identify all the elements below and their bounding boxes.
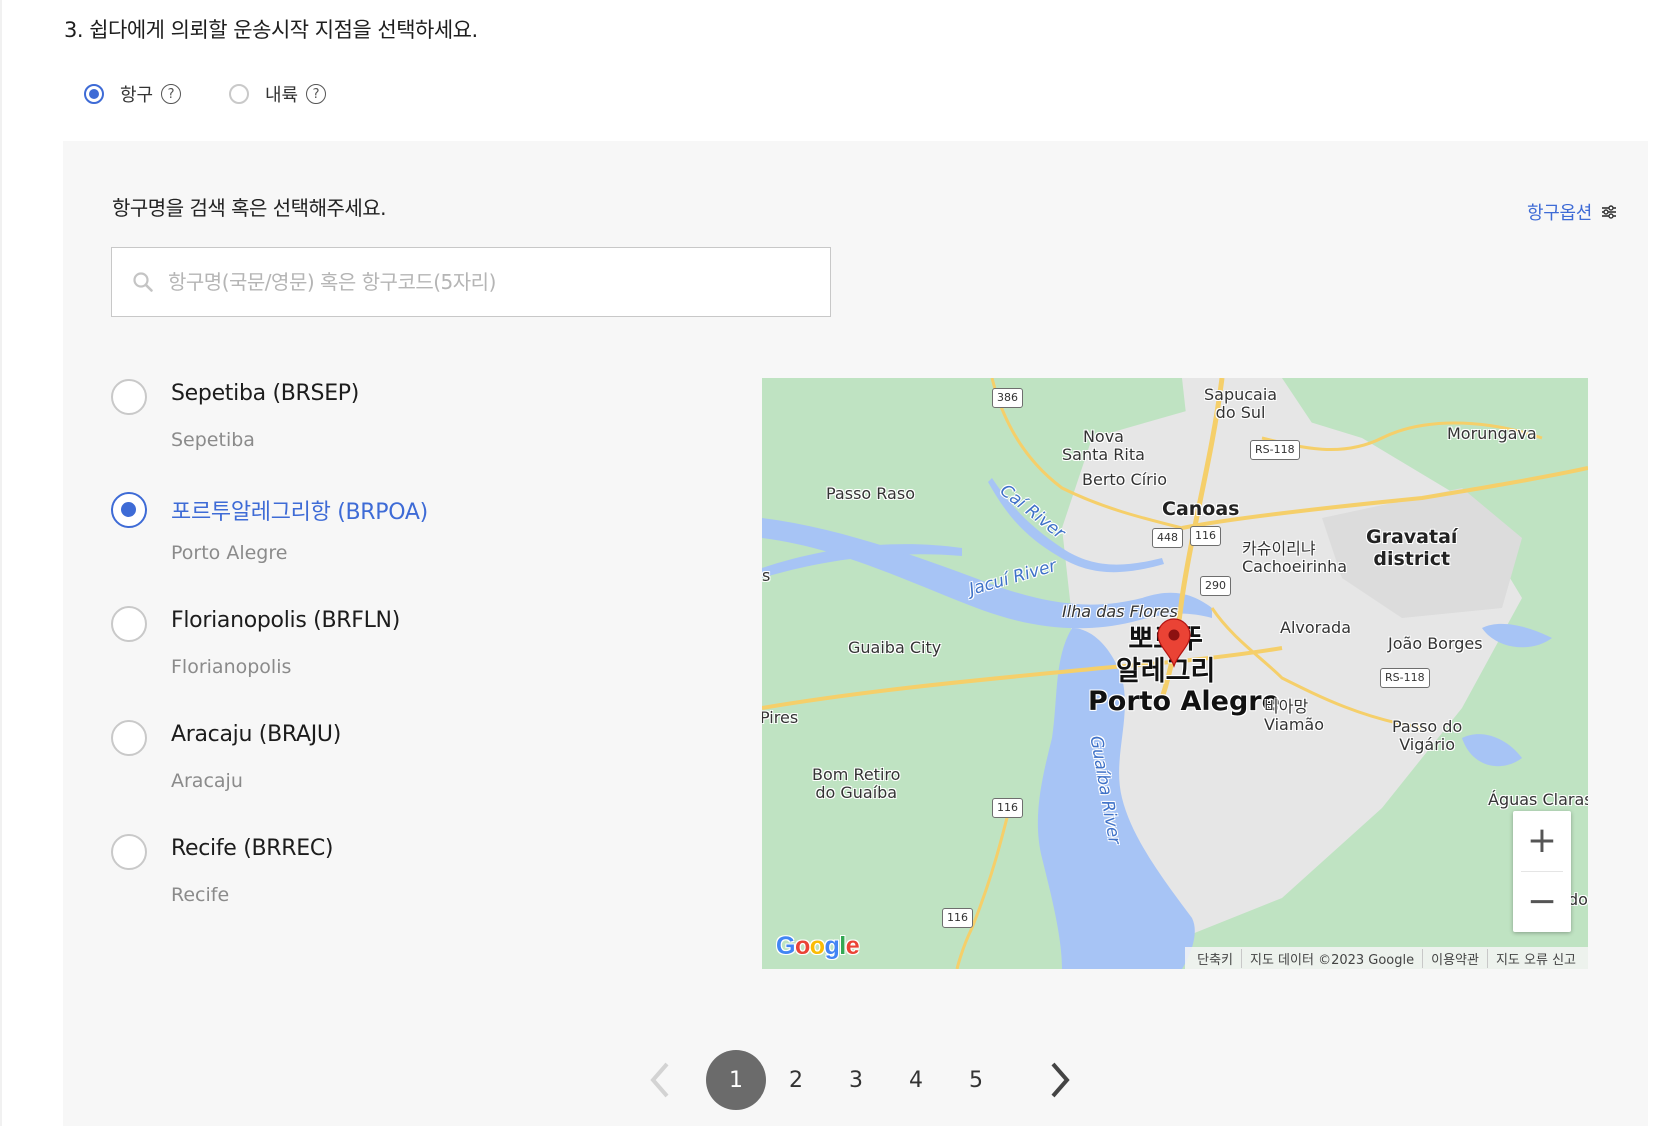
map-label: 카슈이리냐 Cachoeirinha [1242, 539, 1348, 576]
page-left-edge [0, 0, 2, 1126]
port-radio[interactable] [111, 834, 147, 870]
port-radio[interactable] [111, 379, 147, 415]
report-error-link[interactable]: 지도 오류 신고 [1486, 948, 1584, 968]
terms-link[interactable]: 이용약관 [1422, 948, 1487, 968]
zoom-in-button[interactable]: + [1513, 811, 1571, 871]
question-circle-icon[interactable]: ? [161, 84, 182, 104]
question-title: 3. 쉽다에게 의뢰할 운송시작 지점을 선택하세요. [64, 18, 478, 42]
map-label: Passo do Vigário [1392, 717, 1463, 754]
map-label: Sapucaia do Sul [1204, 385, 1278, 422]
port-mode-label: 항구 [120, 85, 154, 106]
map-label: Nova Santa Rita [1062, 427, 1145, 464]
zoom-out-button[interactable]: − [1513, 872, 1571, 932]
map-pin-icon[interactable] [1156, 618, 1192, 668]
port-name: 포르투알레그리항 (BRPOA) [171, 500, 428, 525]
chevron-left-icon [650, 1062, 669, 1098]
port-radio-selected[interactable] [111, 492, 147, 528]
inland-mode-label: 내륙 [265, 85, 299, 106]
port-name: Aracaju (BRAJU) [171, 722, 341, 747]
port-option-aracaju[interactable]: Aracaju (BRAJU) Aracaju [111, 720, 711, 820]
keyboard-shortcuts-link[interactable]: 단축키 [1189, 949, 1241, 968]
port-name: Recife (BRREC) [171, 836, 334, 861]
port-option-porto-alegre[interactable]: 포르투알레그리항 (BRPOA) Porto Alegre [111, 492, 711, 592]
page-4-button[interactable]: 4 [886, 1050, 946, 1110]
map-label: Pires [762, 708, 799, 727]
panel-label: 항구명을 검색 혹은 선택해주세요. [112, 196, 387, 220]
page-3-button[interactable]: 3 [826, 1050, 886, 1110]
page-1-button[interactable]: 1 [706, 1050, 766, 1110]
port-mode-radio[interactable] [84, 84, 104, 104]
next-page-button[interactable] [1030, 1050, 1090, 1110]
port-radio[interactable] [111, 720, 147, 756]
map-label: Alvorada [1280, 618, 1351, 637]
map-label: João Borges [1388, 634, 1483, 653]
mode-option-inland[interactable]: 내륙 ? [229, 80, 327, 108]
map-label: Morungava [1447, 424, 1537, 443]
plus-icon: + [1526, 820, 1558, 861]
map-label: Guaiba City [848, 638, 942, 657]
page-2-button[interactable]: 2 [766, 1050, 826, 1110]
map-label: Passo Raso [826, 484, 915, 503]
map-zoom-control[interactable]: + − [1513, 811, 1571, 932]
google-logo: Google [776, 932, 860, 960]
port-search-input[interactable] [166, 269, 810, 295]
highway-shield: RS-118 [1380, 668, 1430, 688]
prev-page-button[interactable] [630, 1050, 690, 1110]
map-label: Bom Retiro do Guaíba [812, 765, 901, 802]
highway-shield: 116 [1190, 526, 1221, 546]
port-city: Porto Alegre [171, 542, 288, 564]
port-option-sepetiba[interactable]: Sepetiba (BRSEP) Sepetiba [111, 379, 711, 479]
port-option-florianopolis[interactable]: Florianopolis (BRFLN) Florianopolis [111, 606, 711, 706]
port-radio[interactable] [111, 606, 147, 642]
port-option-recife[interactable]: Recife (BRREC) Recife [111, 834, 711, 934]
highway-shield: RS-118 [1250, 440, 1300, 460]
map-attribution: 단축키 지도 데이터 ©2023 Google 이용약관 지도 오류 신고 [1185, 947, 1588, 969]
port-options-link[interactable]: 항구옵션 [1527, 199, 1618, 225]
port-name: Florianopolis (BRFLN) [171, 608, 400, 633]
inland-mode-radio[interactable] [229, 84, 249, 104]
map-label: Águas Claras [1488, 790, 1588, 809]
port-city: Sepetiba [171, 429, 255, 451]
port-name: Sepetiba (BRSEP) [171, 381, 360, 406]
highway-shield: 116 [942, 908, 973, 928]
sliders-icon [1602, 205, 1616, 219]
mode-option-port[interactable]: 항구 ? [84, 80, 182, 108]
map-view[interactable]: Sapucaia do Sul Nova Santa Rita Berto Cí… [762, 378, 1588, 969]
port-options-label: 항구옵션 [1526, 203, 1592, 224]
highway-shield: 448 [1152, 528, 1183, 548]
port-city: Recife [171, 884, 230, 906]
search-icon [133, 272, 153, 292]
port-search-box[interactable] [111, 247, 831, 317]
map-label-porto-alegre: Porto Alegre [1088, 686, 1280, 717]
map-label: Gravataí district [1366, 526, 1458, 570]
question-circle-icon[interactable]: ? [306, 84, 327, 104]
highway-shield: 116 [992, 798, 1023, 818]
chevron-right-icon [1051, 1062, 1070, 1098]
map-label: 비아망 Viamão [1264, 697, 1325, 734]
port-city: Florianopolis [171, 656, 292, 678]
page-5-button[interactable]: 5 [946, 1050, 1006, 1110]
map-data-text: 지도 데이터 ©2023 Google [1241, 948, 1422, 968]
minus-icon: − [1526, 881, 1558, 922]
map-label: Berto Círio [1082, 470, 1167, 489]
port-city: Aracaju [171, 770, 243, 792]
highway-shield: 290 [1200, 576, 1231, 596]
map-label: Canoas [1162, 498, 1240, 520]
map-label: s [762, 566, 771, 585]
highway-shield: 386 [992, 388, 1023, 408]
